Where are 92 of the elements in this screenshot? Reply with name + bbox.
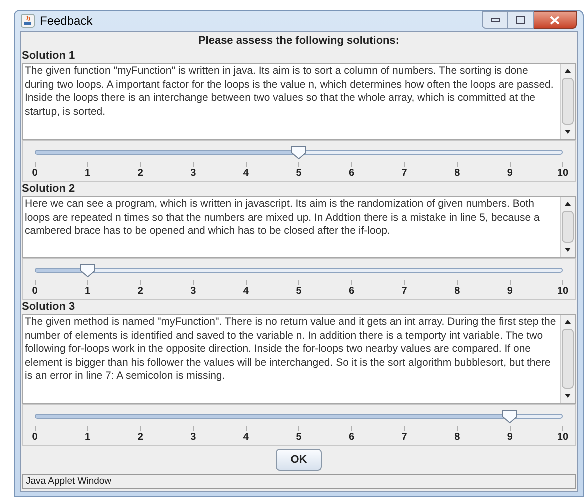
tick-label: 3	[190, 431, 196, 444]
scrollbar[interactable]	[560, 197, 575, 257]
tick-mark	[140, 280, 142, 285]
tick-label: 7	[402, 167, 408, 180]
tick-label: 5	[296, 167, 302, 180]
tick-label: 9	[507, 167, 513, 180]
tick-label: 7	[402, 285, 408, 298]
tick-label: 8	[454, 167, 460, 180]
tick-mark	[456, 426, 458, 431]
heading: Please assess the following solutions:	[197, 34, 401, 49]
tick-label: 6	[349, 285, 355, 298]
scrollbar-thumb[interactable]	[562, 211, 574, 243]
tick-label: 2	[138, 285, 144, 298]
tick-mark	[298, 426, 300, 431]
close-button[interactable]	[534, 11, 577, 29]
close-icon	[550, 16, 560, 24]
tick-label: 4	[243, 431, 249, 444]
tick-mark	[562, 426, 564, 431]
slider-handle[interactable]	[80, 264, 96, 278]
solution-text: The given method is named "myFunction". There is no return value and it gets an int array. During the first step the number of elements is identified and saved to the variable n. In addition there is a temporty int variable. The two following for-loops work in the opposite direction. Inside the for-loops two nearby values are compared. If one element is bigger than his follower the values will be interchanged. So it is the sort algorithm bubblesort, but there is an error in line 7: A semicolon is missing.	[24, 315, 558, 384]
tick-mark	[140, 162, 142, 167]
tick-mark	[456, 162, 458, 167]
tick-label: 3	[190, 285, 196, 298]
tick-label: 10	[557, 431, 569, 444]
status-bar: Java Applet Window	[22, 474, 576, 489]
tick-mark	[140, 426, 142, 431]
tick-mark	[298, 280, 300, 285]
tick-mark	[562, 162, 564, 167]
tick-label: 10	[557, 285, 569, 298]
window-title: Feedback	[40, 13, 93, 30]
tick-mark	[351, 426, 352, 431]
tick-mark	[87, 280, 88, 285]
tick-mark	[562, 280, 564, 285]
coffee-cup-icon	[21, 14, 35, 28]
tick-label: 5	[296, 285, 302, 298]
slider-handle[interactable]	[502, 410, 518, 424]
tick-label: 0	[32, 285, 38, 298]
tick-mark	[510, 162, 511, 167]
tick-label: 2	[138, 167, 144, 180]
tick-mark	[34, 162, 36, 167]
tick-label: 5	[296, 431, 302, 444]
solution-label: Solution 2	[22, 182, 76, 196]
tick-label: 6	[349, 167, 355, 180]
tick-label: 1	[85, 167, 91, 180]
minimize-icon	[490, 18, 500, 22]
scrollbar-thumb[interactable]	[562, 329, 574, 389]
tick-mark	[192, 162, 194, 167]
tick-label: 6	[349, 431, 355, 444]
tick-label: 8	[454, 431, 460, 444]
tick-mark	[456, 280, 458, 285]
tick-mark	[404, 426, 406, 431]
tick-mark	[298, 162, 300, 167]
tick-label: 9	[507, 285, 513, 298]
solution-text: Here we can see a program, which is written in javascript. Its aim is the randomization of given numbers. Both loops are repeated n times so that the numbers are mixed up. In Addtion there is a mistake in line 5, because a cambered brace has to be opened and which has to be closed after the if-loop.	[24, 197, 541, 239]
slider-handle[interactable]	[291, 146, 307, 160]
tick-label: 2	[138, 431, 144, 444]
maximize-button[interactable]	[508, 11, 534, 29]
solution-label: Solution 3	[22, 300, 76, 314]
tick-mark	[192, 426, 194, 431]
tick-mark	[510, 280, 511, 285]
tick-mark	[34, 426, 36, 431]
solution-label: Solution 1	[22, 49, 76, 63]
scrollbar[interactable]	[560, 315, 575, 403]
tick-mark	[87, 162, 88, 167]
tick-label: 8	[454, 285, 460, 298]
tick-label: 1	[85, 431, 91, 444]
tick-label: 3	[190, 167, 196, 180]
maximize-icon	[516, 16, 525, 24]
tick-label: 0	[32, 167, 38, 180]
tick-mark	[246, 162, 247, 167]
ok-button[interactable]: OK	[276, 449, 322, 471]
tick-label: 4	[243, 285, 249, 298]
scrollbar[interactable]	[560, 64, 575, 139]
tick-label: 7	[402, 431, 408, 444]
tick-label: 9	[507, 431, 513, 444]
tick-mark	[404, 162, 406, 167]
tick-label: 0	[32, 431, 38, 444]
tick-mark	[192, 280, 194, 285]
tick-mark	[87, 426, 88, 431]
tick-mark	[510, 426, 511, 431]
tick-label: 10	[557, 167, 569, 180]
scrollbar-thumb[interactable]	[562, 78, 574, 125]
tick-mark	[351, 162, 352, 167]
tick-label: 1	[85, 285, 91, 298]
tick-label: 4	[243, 167, 249, 180]
minimize-button[interactable]	[482, 11, 508, 29]
tick-mark	[246, 426, 247, 431]
tick-mark	[34, 280, 36, 285]
solution-text: The given function "myFunction" is written in java. Its aim is to sort a column of numbers. The sorting is done during two loops. A important factor for the loops is the value n, which determines how often the loops are passed. Inside the loops there is an interchange between two values so that the whole array, which is committed at the startup, is sorted.	[24, 64, 555, 120]
tick-mark	[404, 280, 406, 285]
tick-mark	[246, 280, 247, 285]
tick-mark	[351, 280, 352, 285]
